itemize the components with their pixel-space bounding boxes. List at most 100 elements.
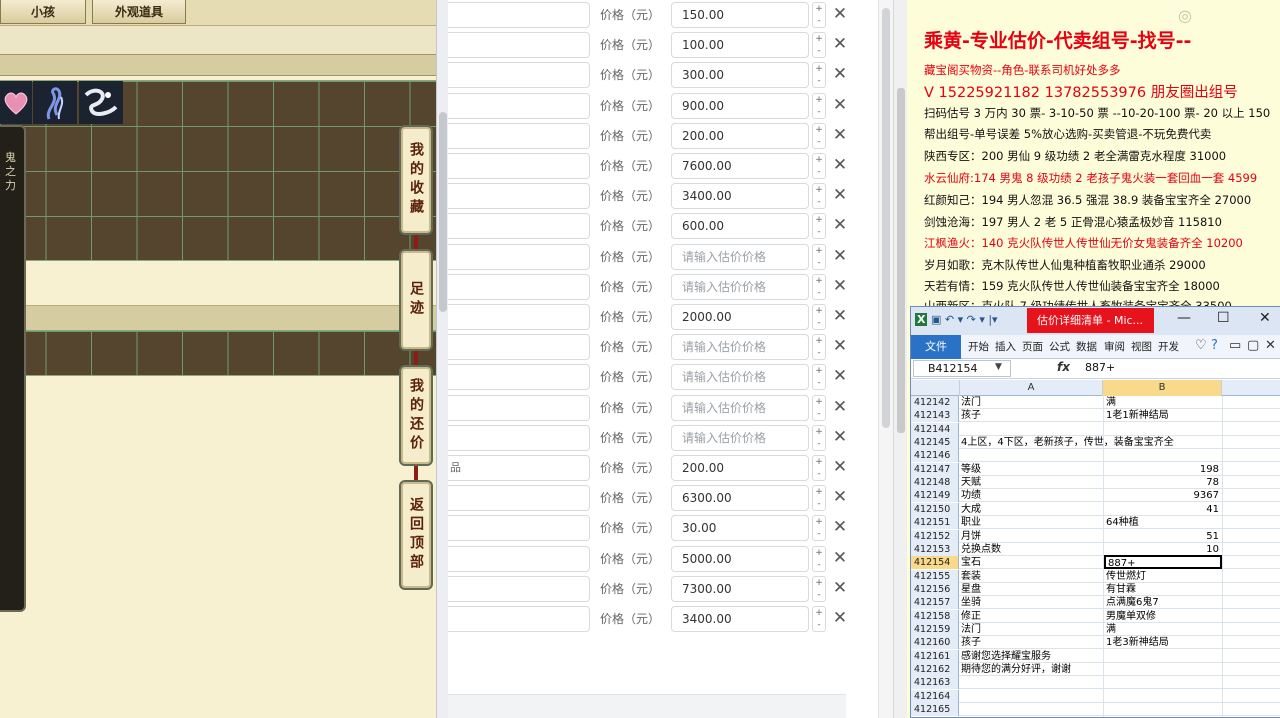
price-stepper[interactable]: + - — [812, 304, 826, 330]
chevron-down-icon[interactable]: ▼ — [995, 362, 1002, 372]
pane-divider-scrollbar[interactable] — [436, 0, 448, 718]
cell-b[interactable]: 有甘霖 — [1104, 583, 1222, 596]
tab-review[interactable]: 审阅 — [1104, 339, 1125, 354]
row-header[interactable]: 412165 — [911, 703, 959, 717]
cell-b[interactable]: 41 — [1104, 503, 1222, 516]
cell-b[interactable]: 78 — [1104, 476, 1222, 489]
remove-row-icon[interactable]: ✕ — [832, 34, 848, 54]
price-input[interactable]: 30.00 — [671, 515, 809, 542]
row-header[interactable]: 412145 — [911, 436, 959, 450]
maximize-button[interactable]: ☐ — [1217, 310, 1230, 326]
price-input[interactable]: 7300.00 — [671, 575, 809, 602]
cell-a[interactable]: 兑换点数 — [961, 543, 1103, 556]
cell-a[interactable]: 职业 — [961, 516, 1103, 529]
column-header-b[interactable]: B — [1103, 380, 1222, 396]
cell-b[interactable]: 点满魔6鬼7 — [1104, 596, 1222, 609]
page-scrollbar[interactable] — [893, 0, 907, 718]
item-name-field[interactable] — [448, 304, 590, 330]
cell-b[interactable]: 51 — [1104, 530, 1222, 543]
row-header[interactable]: 412153 — [911, 542, 959, 556]
row-header[interactable]: 412149 — [911, 489, 959, 503]
tab-home[interactable]: 开始 — [968, 339, 989, 354]
remove-row-icon[interactable]: ✕ — [832, 95, 848, 115]
active-cell[interactable]: 887+ — [1104, 555, 1222, 570]
item-name-field[interactable]: 品 — [448, 455, 590, 481]
remove-row-icon[interactable]: ✕ — [832, 336, 848, 356]
row-header[interactable]: 412158 — [911, 609, 959, 623]
formula-input[interactable]: 887+ — [1085, 361, 1115, 374]
row-header[interactable]: 412163 — [911, 676, 959, 690]
ribbon-restore-icon[interactable]: ▢ — [1247, 338, 1259, 353]
remove-row-icon[interactable]: ✕ — [832, 487, 848, 507]
scroll-thumb[interactable] — [897, 88, 905, 433]
tab-insert[interactable]: 插入 — [995, 339, 1016, 354]
inventory-slot-dragon[interactable] — [79, 81, 123, 124]
cell-b[interactable]: 10 — [1104, 543, 1222, 556]
item-name-field[interactable] — [448, 62, 590, 89]
item-name-field[interactable] — [448, 424, 590, 451]
cell-a[interactable]: 套装 — [961, 570, 1103, 583]
price-input[interactable]: 请输入估价价格 — [671, 394, 809, 421]
scroll-thumb[interactable] — [882, 8, 890, 428]
cell-b[interactable]: 1老3新神结局 — [1104, 636, 1222, 649]
cell-b[interactable]: 传世燃灯 — [1104, 570, 1222, 583]
ribbon-close-icon[interactable]: ✕ — [1265, 338, 1276, 353]
remove-row-icon[interactable]: ✕ — [832, 608, 848, 628]
tab-children[interactable]: 小孩 — [0, 0, 86, 24]
price-stepper[interactable]: + - — [812, 32, 826, 59]
cell-b[interactable] — [1104, 423, 1222, 436]
price-input[interactable]: 3400.00 — [671, 606, 809, 632]
item-name-field[interactable] — [448, 2, 590, 28]
cell-a[interactable]: 孩子 — [961, 636, 1103, 649]
cell-a[interactable]: 坐骑 — [961, 596, 1103, 609]
row-header[interactable]: 412143 — [911, 409, 959, 423]
price-input[interactable]: 3400.00 — [671, 183, 809, 210]
remove-row-icon[interactable]: ✕ — [832, 578, 848, 598]
cell-b[interactable]: 1老1新神结局 — [1104, 409, 1222, 422]
item-name-field[interactable] — [448, 545, 590, 572]
remove-row-icon[interactable]: ✕ — [832, 366, 848, 386]
row-header[interactable]: 412152 — [911, 529, 959, 543]
ribbon-minimize-icon[interactable]: ▭ — [1229, 338, 1241, 353]
price-stepper[interactable]: + - — [812, 183, 826, 210]
cell-a[interactable]: 大成 — [961, 503, 1103, 516]
price-input[interactable]: 请输入估价价格 — [671, 273, 809, 300]
row-header[interactable]: 412155 — [911, 569, 959, 583]
back-to-top-button[interactable]: 返回顶部 — [399, 480, 433, 590]
tab-data[interactable]: 数据 — [1076, 339, 1097, 354]
remove-row-icon[interactable]: ✕ — [832, 125, 848, 145]
cell-b[interactable]: 198 — [1104, 463, 1222, 476]
price-stepper[interactable]: + - — [812, 545, 826, 572]
price-stepper[interactable]: + - — [812, 394, 826, 421]
cell-b[interactable]: 64种植 — [1104, 516, 1222, 529]
price-input[interactable]: 100.00 — [671, 32, 809, 59]
remove-row-icon[interactable]: ✕ — [832, 276, 848, 296]
remove-row-icon[interactable]: ✕ — [832, 457, 848, 477]
cell-a[interactable]: 天赋 — [961, 476, 1103, 489]
price-stepper[interactable]: + - — [812, 153, 826, 179]
cell-a[interactable]: 法门 — [961, 396, 1103, 409]
row-header[interactable]: 412148 — [911, 476, 959, 490]
cell-a[interactable]: 功绩 — [961, 489, 1103, 502]
price-stepper[interactable]: + - — [812, 424, 826, 451]
remove-row-icon[interactable]: ✕ — [832, 185, 848, 205]
cell-b[interactable] — [1104, 449, 1222, 462]
row-header[interactable]: 412151 — [911, 516, 959, 530]
item-name-field[interactable] — [448, 364, 590, 391]
item-name-field[interactable] — [448, 334, 590, 361]
cell-a[interactable] — [961, 690, 1103, 703]
row-header[interactable]: 412162 — [911, 663, 959, 676]
price-stepper[interactable]: + - — [812, 485, 826, 512]
cell-a[interactable]: 感谢您选择耀宝服务 — [961, 650, 1103, 663]
remove-row-icon[interactable]: ✕ — [832, 517, 848, 537]
remove-row-icon[interactable]: ✕ — [832, 64, 848, 84]
close-button[interactable]: ✕ — [1259, 310, 1271, 326]
remove-row-icon[interactable]: ✕ — [832, 155, 848, 175]
remove-row-icon[interactable]: ✕ — [832, 548, 848, 568]
scroll-thumb[interactable] — [439, 112, 447, 312]
price-stepper[interactable]: + - — [812, 273, 826, 300]
price-input[interactable]: 150.00 — [671, 2, 809, 28]
remove-row-icon[interactable]: ✕ — [832, 397, 848, 417]
help-icon[interactable]: ? — [1211, 338, 1218, 353]
price-input[interactable]: 300.00 — [671, 62, 809, 89]
